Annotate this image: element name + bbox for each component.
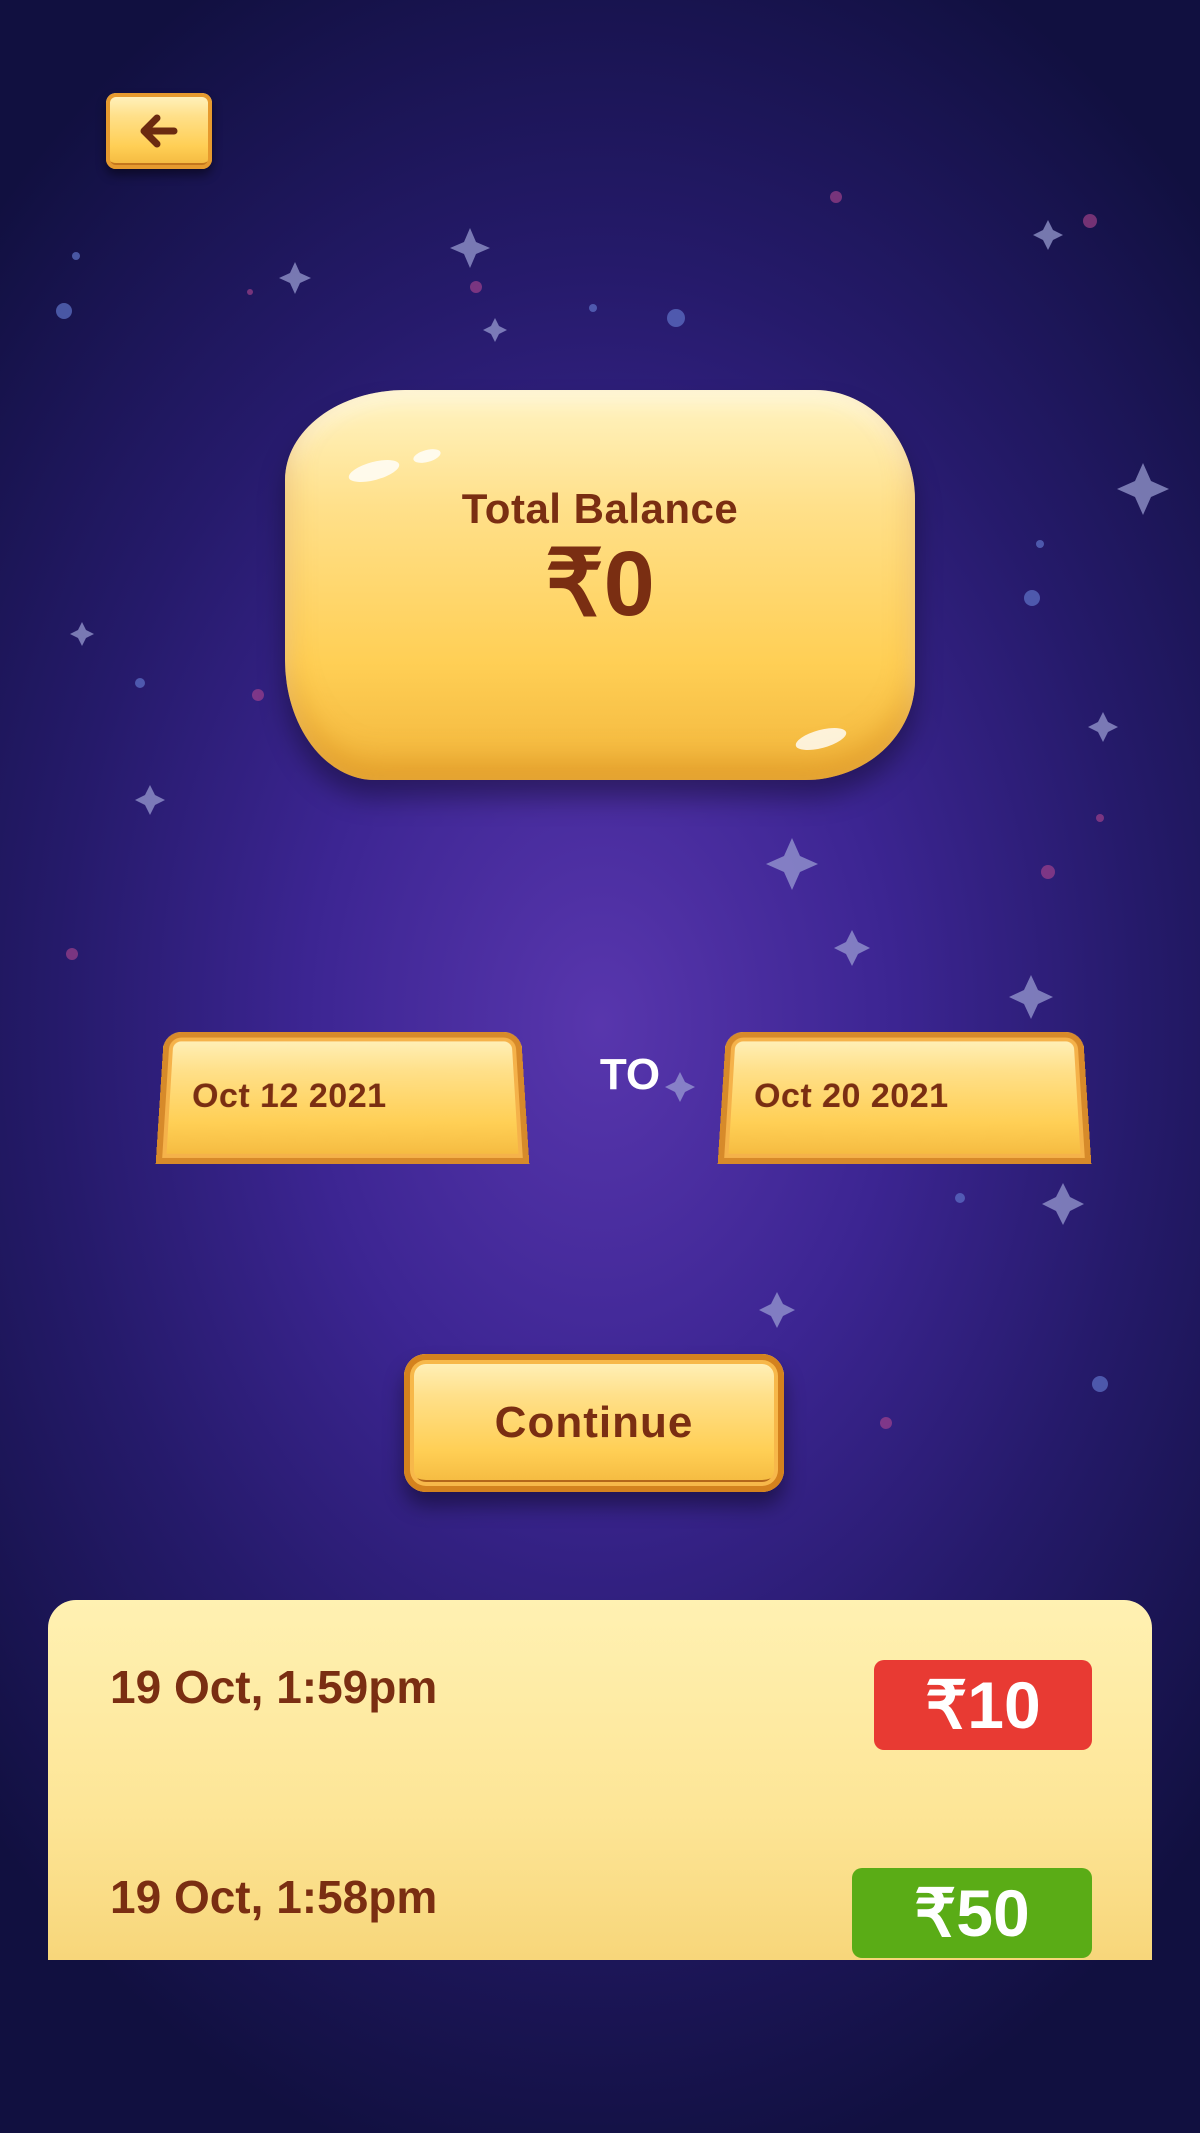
total-balance-value: ₹0 — [545, 533, 655, 635]
transaction-row: 19 Oct, 1:58pm ₹50 — [48, 1868, 1152, 1960]
transaction-history-panel[interactable]: 19 Oct, 1:59pm ₹10 19 Oct, 1:58pm ₹50 — [48, 1600, 1152, 1960]
total-balance-label: Total Balance — [461, 485, 739, 532]
transaction-amount-badge: ₹50 — [852, 1868, 1092, 1958]
end-date-value: Oct 20 2021 — [753, 1077, 949, 1116]
transaction-datetime: 19 Oct, 1:58pm — [110, 1871, 438, 1923]
transaction-datetime: 19 Oct, 1:59pm — [110, 1661, 438, 1713]
arrow-left-icon — [140, 114, 178, 148]
continue-label: Continue — [494, 1398, 694, 1447]
start-date-picker[interactable]: Oct 12 2021 — [155, 1031, 530, 1165]
back-button[interactable] — [106, 93, 212, 169]
end-date-picker[interactable]: Oct 20 2021 — [717, 1031, 1092, 1165]
card-shine-decoration — [793, 723, 849, 755]
total-balance-card: Total Balance ₹0 — [285, 390, 915, 780]
transaction-amount-badge: ₹10 — [874, 1660, 1092, 1750]
transaction-row: 19 Oct, 1:59pm ₹10 — [48, 1660, 1152, 1760]
date-range-separator: TO — [599, 1050, 661, 1099]
card-shine-decoration — [411, 446, 443, 466]
continue-button[interactable]: Continue — [404, 1354, 784, 1492]
start-date-value: Oct 12 2021 — [191, 1077, 387, 1116]
card-shine-decoration — [346, 455, 402, 487]
